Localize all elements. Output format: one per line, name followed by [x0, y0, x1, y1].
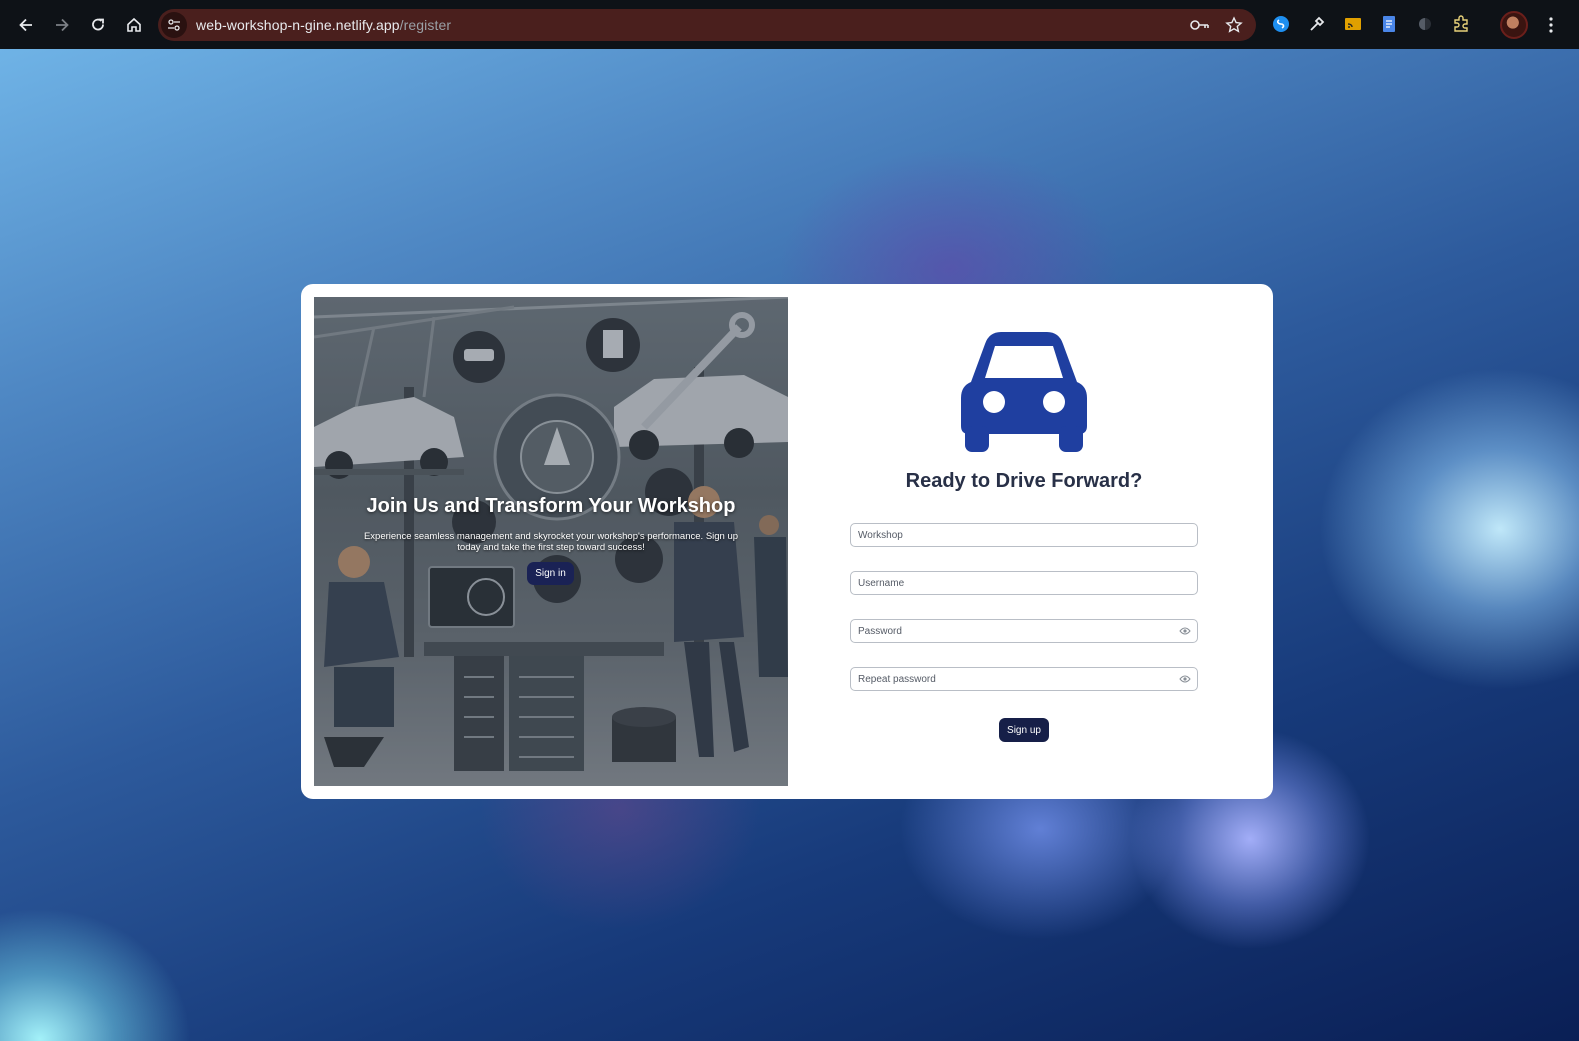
url-text[interactable]: web-workshop-n-gine.netlify.app/register — [196, 17, 451, 33]
car-icon — [961, 332, 1087, 452]
password-key-icon[interactable] — [1190, 15, 1210, 35]
docs-extension-icon[interactable] — [1378, 13, 1400, 35]
username-input[interactable] — [851, 572, 1197, 594]
browser-toolbar: web-workshop-n-gine.netlify.app/register — [0, 0, 1579, 49]
password-field[interactable] — [850, 619, 1198, 643]
hero-headline: Join Us and Transform Your Workshop — [366, 495, 736, 517]
workshop-field[interactable] — [850, 523, 1198, 547]
show-password-eye-icon[interactable] — [1179, 626, 1191, 636]
username-field[interactable] — [850, 571, 1198, 595]
hero-panel: Join Us and Transform Your Workshop Expe… — [314, 297, 788, 786]
hero-subtext: Experience seamless management and skyro… — [363, 531, 739, 553]
arrow-right-icon — [56, 18, 69, 31]
repeat-password-input[interactable] — [851, 668, 1197, 690]
form-title: Ready to Drive Forward? — [905, 470, 1143, 492]
site-info-icon[interactable] — [161, 12, 187, 38]
address-bar[interactable]: web-workshop-n-gine.netlify.app/register — [158, 9, 1256, 41]
reload-icon — [92, 18, 104, 30]
sign-up-button[interactable]: Sign up — [999, 718, 1049, 742]
arrow-left-icon — [19, 18, 32, 31]
sign-in-button[interactable]: Sign in — [527, 562, 574, 585]
forward-button[interactable] — [49, 12, 75, 38]
password-input[interactable] — [851, 620, 1197, 642]
shazam-extension-icon[interactable] — [1270, 13, 1292, 35]
extensions-puzzle-icon[interactable] — [1450, 13, 1472, 35]
back-button[interactable] — [13, 12, 39, 38]
bookmark-star-icon[interactable] — [1224, 15, 1244, 35]
page-background: Join Us and Transform Your Workshop Expe… — [0, 49, 1579, 1041]
register-card: Join Us and Transform Your Workshop Expe… — [301, 284, 1273, 799]
home-icon — [127, 17, 141, 32]
browser-menu-icon[interactable] — [1543, 15, 1559, 35]
repeat-password-field[interactable] — [850, 667, 1198, 691]
url-host: web-workshop-n-gine.netlify.app — [196, 17, 400, 33]
home-button[interactable] — [121, 12, 147, 38]
dark-mode-extension-icon[interactable] — [1414, 13, 1436, 35]
eyedropper-extension-icon[interactable] — [1306, 13, 1328, 35]
profile-avatar[interactable] — [1500, 11, 1528, 39]
cast-extension-icon[interactable] — [1342, 13, 1364, 35]
reload-button[interactable] — [85, 12, 111, 38]
show-repeat-password-eye-icon[interactable] — [1179, 674, 1191, 684]
workshop-input[interactable] — [851, 524, 1197, 546]
url-path: /register — [399, 17, 452, 33]
